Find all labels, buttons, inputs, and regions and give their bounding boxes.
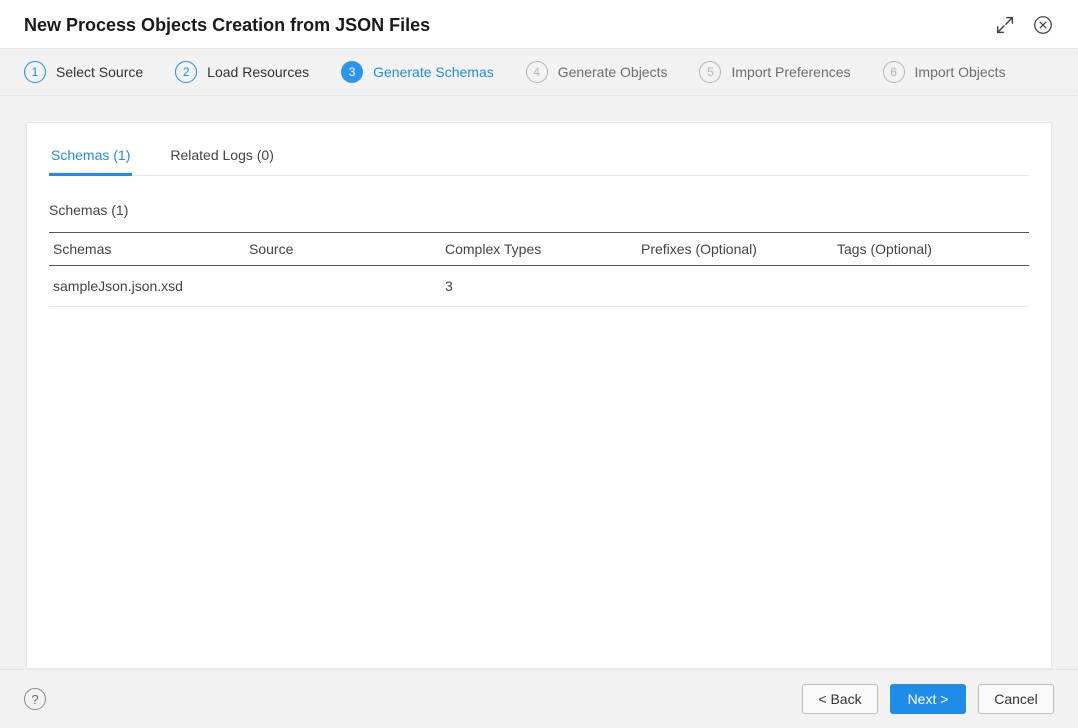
main-area: Schemas (1) Related Logs (0) Schemas (1)… [0,96,1078,669]
col-tags: Tags (Optional) [833,233,1029,266]
cell-tags[interactable] [833,266,1029,307]
step-number: 2 [175,61,197,83]
cell-schemas: sampleJson.json.xsd [49,266,245,307]
step-import-objects: 6 Import Objects [883,61,1006,83]
step-label: Generate Objects [558,64,668,80]
cell-source [245,266,441,307]
footer-bar: ? < Back Next > Cancel [0,669,1078,728]
wizard-stepper: 1 Select Source 2 Load Resources 3 Gener… [0,49,1078,96]
title-bar: New Process Objects Creation from JSON F… [0,0,1078,49]
inner-tabs: Schemas (1) Related Logs (0) [49,141,1029,176]
step-number: 4 [526,61,548,83]
step-select-source[interactable]: 1 Select Source [24,61,143,83]
tab-related-logs[interactable]: Related Logs (0) [168,141,276,175]
next-button[interactable]: Next > [890,684,966,714]
step-generate-schemas: 3 Generate Schemas [341,61,494,83]
col-source: Source [245,233,441,266]
step-number: 1 [24,61,46,83]
table-header-row: Schemas Source Complex Types Prefixes (O… [49,233,1029,266]
step-label: Import Preferences [731,64,850,80]
step-number: 5 [699,61,721,83]
step-label: Select Source [56,64,143,80]
back-button[interactable]: < Back [802,684,878,714]
cell-prefixes[interactable] [637,266,833,307]
title-actions [994,14,1054,36]
step-label: Import Objects [915,64,1006,80]
footer-actions: < Back Next > Cancel [802,684,1054,714]
close-icon[interactable] [1032,14,1054,36]
tab-schemas[interactable]: Schemas (1) [49,141,132,175]
col-complex-types: Complex Types [441,233,637,266]
step-number: 6 [883,61,905,83]
step-label: Load Resources [207,64,309,80]
cell-complex-types: 3 [441,266,637,307]
help-icon[interactable]: ? [24,688,46,710]
step-number: 3 [341,61,363,83]
step-generate-objects: 4 Generate Objects [526,61,668,83]
cancel-button[interactable]: Cancel [978,684,1054,714]
col-prefixes: Prefixes (Optional) [637,233,833,266]
content-card: Schemas (1) Related Logs (0) Schemas (1)… [26,122,1052,669]
section-title: Schemas (1) [49,202,1029,218]
step-import-preferences: 5 Import Preferences [699,61,850,83]
step-label: Generate Schemas [373,64,494,80]
step-load-resources[interactable]: 2 Load Resources [175,61,309,83]
dialog-title: New Process Objects Creation from JSON F… [24,15,430,36]
table-row[interactable]: sampleJson.json.xsd 3 [49,266,1029,307]
maximize-icon[interactable] [994,14,1016,36]
schemas-table: Schemas Source Complex Types Prefixes (O… [49,232,1029,307]
col-schemas: Schemas [49,233,245,266]
